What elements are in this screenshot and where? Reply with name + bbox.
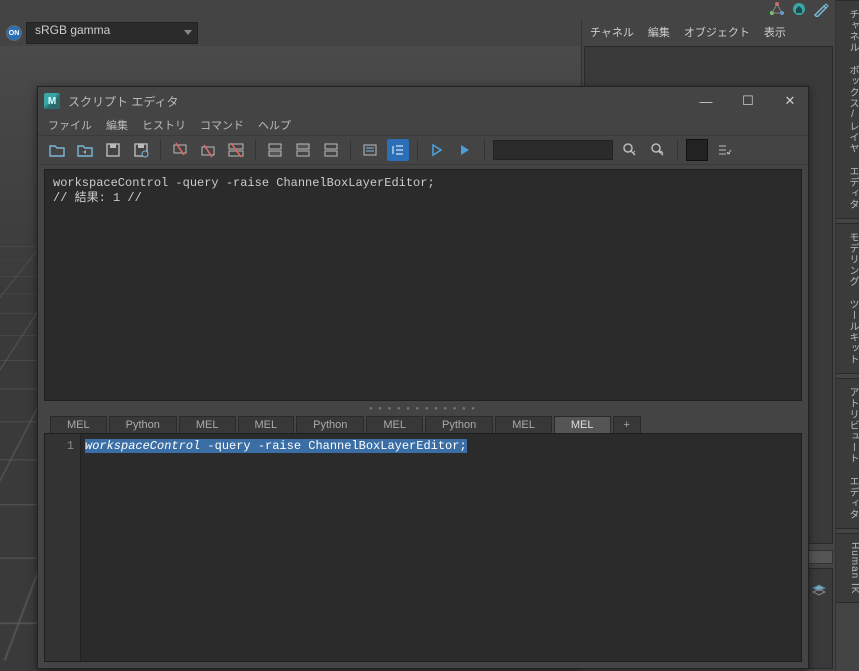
titlebar[interactable]: M スクリプト エディタ — ☐ ✕ bbox=[38, 87, 808, 115]
pane-splitter[interactable]: ● ● ● ● ● ● ● ● ● ● ● ● bbox=[38, 405, 808, 413]
echo-all-icon[interactable] bbox=[359, 139, 381, 161]
menu-edit[interactable]: 編集 bbox=[648, 24, 670, 40]
show-history-icon[interactable] bbox=[264, 139, 286, 161]
home-icon[interactable] bbox=[791, 1, 807, 20]
tab-python[interactable]: Python bbox=[425, 416, 493, 433]
input-pane[interactable]: 1 workspaceControl -query -raise Channel… bbox=[44, 433, 802, 662]
menu-help[interactable]: ヘルプ bbox=[258, 117, 291, 133]
tab-mel[interactable]: MEL bbox=[179, 416, 236, 433]
window-title: スクリプト エディタ bbox=[68, 93, 179, 110]
save-script-icon[interactable] bbox=[102, 139, 124, 161]
tab-mel[interactable]: MEL bbox=[495, 416, 552, 433]
color-management-bar: ON sRGB gamma bbox=[0, 20, 580, 46]
tab-add-button[interactable]: + bbox=[613, 416, 641, 433]
chevron-down-icon bbox=[184, 30, 192, 35]
maya-logo-icon: M bbox=[44, 93, 60, 109]
menu-history[interactable]: ヒストリ bbox=[142, 117, 186, 133]
search-up-icon[interactable] bbox=[647, 139, 669, 161]
right-dock-tabs: チャネル ボックス/レイヤ エディタ モデリング ツールキット アトリビュート … bbox=[835, 0, 859, 671]
vtab-attribute-editor[interactable]: アトリビュート エディタ bbox=[836, 378, 859, 529]
color-mgmt-toggle-icon[interactable]: ON bbox=[6, 25, 22, 41]
script-editor-window: M スクリプト エディタ — ☐ ✕ ファイル 編集 ヒストリ コマンド ヘルプ bbox=[37, 86, 809, 669]
menu-display[interactable]: 表示 bbox=[764, 24, 786, 40]
main-top-bar bbox=[0, 0, 835, 20]
script-tabs: MEL Python MEL MEL Python MEL Python MEL… bbox=[38, 413, 808, 433]
goto-line-box[interactable] bbox=[686, 139, 708, 161]
execute-all-icon[interactable] bbox=[454, 139, 476, 161]
minimize-button[interactable]: — bbox=[694, 94, 718, 109]
clear-all-icon[interactable] bbox=[225, 139, 247, 161]
vtab-channel-box[interactable]: チャネル ボックス/レイヤ エディタ bbox=[836, 0, 859, 219]
tab-mel[interactable]: MEL bbox=[366, 416, 423, 433]
open-script-icon[interactable] bbox=[46, 139, 68, 161]
clear-input-icon[interactable] bbox=[197, 139, 219, 161]
tab-mel[interactable]: MEL bbox=[238, 416, 295, 433]
menu-file[interactable]: ファイル bbox=[48, 117, 92, 133]
search-down-icon[interactable] bbox=[619, 139, 641, 161]
search-field[interactable] bbox=[493, 140, 613, 160]
code-area[interactable]: workspaceControl -query -raise ChannelBo… bbox=[81, 434, 801, 661]
clear-history-icon[interactable] bbox=[169, 139, 191, 161]
goto-line-icon[interactable] bbox=[714, 139, 736, 161]
line-gutter: 1 bbox=[45, 434, 81, 661]
script-editor-toolbar bbox=[38, 135, 808, 165]
menu-channel[interactable]: チャネル bbox=[590, 24, 634, 40]
channel-box-menubar: チャネル 編集 オブジェクト 表示 bbox=[582, 20, 835, 44]
output-pane[interactable]: workspaceControl -query -raise ChannelBo… bbox=[44, 169, 802, 401]
show-both-icon[interactable] bbox=[320, 139, 342, 161]
vtab-human-ik[interactable]: Human IK bbox=[836, 533, 859, 603]
menu-edit[interactable]: 編集 bbox=[106, 117, 128, 133]
save-to-shelf-icon[interactable] bbox=[130, 139, 152, 161]
script-editor-menubar: ファイル 編集 ヒストリ コマンド ヘルプ bbox=[38, 115, 808, 135]
source-script-icon[interactable] bbox=[74, 139, 96, 161]
maximize-button[interactable]: ☐ bbox=[736, 93, 760, 109]
view-transform-select[interactable]: sRGB gamma bbox=[26, 22, 198, 44]
vtab-modeling-toolkit[interactable]: モデリング ツールキット bbox=[836, 223, 859, 374]
edit-pivot-icon[interactable] bbox=[813, 1, 829, 20]
menu-command[interactable]: コマンド bbox=[200, 117, 244, 133]
line-numbers-icon[interactable] bbox=[387, 139, 409, 161]
show-input-icon[interactable] bbox=[292, 139, 314, 161]
menu-object[interactable]: オブジェクト bbox=[684, 24, 750, 40]
execute-icon[interactable] bbox=[426, 139, 448, 161]
close-button[interactable]: ✕ bbox=[778, 93, 802, 109]
tab-python[interactable]: Python bbox=[109, 416, 177, 433]
navigator-icon[interactable] bbox=[769, 1, 785, 20]
tab-mel[interactable]: MEL bbox=[50, 416, 107, 433]
tab-mel-active[interactable]: MEL bbox=[554, 416, 611, 433]
tab-python[interactable]: Python bbox=[296, 416, 364, 433]
layer-options-icon[interactable] bbox=[811, 582, 827, 598]
